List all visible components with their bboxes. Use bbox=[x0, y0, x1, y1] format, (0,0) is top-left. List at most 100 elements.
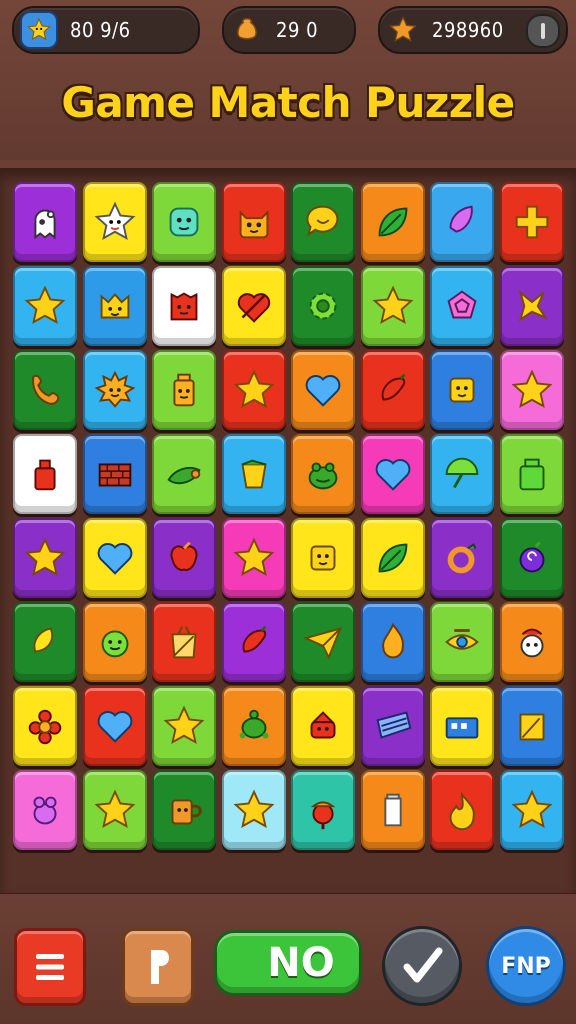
tile-r1-c6[interactable] bbox=[360, 182, 425, 262]
tile-r5-c5[interactable] bbox=[291, 518, 355, 598]
tile-r2-c2[interactable] bbox=[82, 266, 147, 346]
star-icon bbox=[24, 537, 66, 576]
tile-r1-c8[interactable] bbox=[499, 182, 564, 262]
bottle-icon bbox=[34, 459, 56, 491]
tile-r3-c1[interactable] bbox=[13, 350, 77, 430]
tile-r1-c5[interactable] bbox=[291, 182, 355, 262]
tile-r6-c2[interactable] bbox=[82, 602, 147, 682]
slime-icon bbox=[169, 207, 199, 237]
briefcase-icon bbox=[445, 717, 479, 739]
jar-icon bbox=[519, 458, 544, 491]
pentagon-icon bbox=[447, 290, 477, 319]
tile-r5-c3[interactable] bbox=[152, 518, 216, 598]
tile-r2-c5[interactable] bbox=[291, 266, 355, 346]
tile-r2-c6[interactable] bbox=[360, 266, 425, 346]
face-icon bbox=[101, 630, 128, 658]
tile-r7-c2[interactable] bbox=[82, 686, 147, 766]
tile-r3-c7[interactable] bbox=[430, 350, 494, 430]
tile-r1-c7[interactable] bbox=[430, 182, 494, 262]
tile-r8-c7[interactable] bbox=[430, 770, 494, 850]
score-counter[interactable]: 298960 bbox=[378, 6, 568, 54]
tile-r8-c3[interactable] bbox=[152, 770, 216, 850]
stars-counter[interactable]: 80 9/6 bbox=[12, 6, 200, 54]
tile-r1-c4[interactable] bbox=[221, 182, 286, 262]
tile-r5-c8[interactable] bbox=[499, 518, 564, 598]
tile-r2-c3[interactable] bbox=[152, 266, 216, 346]
tile-r5-c1[interactable] bbox=[13, 518, 77, 598]
phone-icon bbox=[32, 374, 60, 405]
tile-r2-c4[interactable] bbox=[221, 266, 286, 346]
heart-icon bbox=[97, 711, 132, 743]
tile-r7-c1[interactable] bbox=[13, 686, 77, 766]
turtle-icon bbox=[239, 709, 268, 739]
tile-r5-c7[interactable] bbox=[430, 518, 494, 598]
tile-r4-c2[interactable] bbox=[82, 434, 147, 514]
star-icon bbox=[94, 789, 135, 828]
tile-r6-c6[interactable] bbox=[360, 602, 425, 682]
tile-r7-c7[interactable] bbox=[430, 686, 494, 766]
tile-r8-c5[interactable] bbox=[291, 770, 355, 850]
brick-icon bbox=[98, 463, 131, 487]
sun-face-icon bbox=[94, 370, 135, 408]
tile-r4-c6[interactable] bbox=[360, 434, 425, 514]
tile-r5-c2[interactable] bbox=[82, 518, 147, 598]
tile-r4-c1[interactable] bbox=[13, 434, 77, 514]
tile-r4-c8[interactable] bbox=[499, 434, 564, 514]
tile-r4-c7[interactable] bbox=[430, 434, 494, 514]
tile-r7-c6[interactable] bbox=[360, 686, 425, 766]
tile-r8-c8[interactable] bbox=[499, 770, 564, 850]
tile-r4-c4[interactable] bbox=[221, 434, 286, 514]
tile-grid bbox=[13, 182, 565, 854]
swirl-icon bbox=[519, 541, 544, 573]
tile-r2-c8[interactable] bbox=[499, 266, 564, 346]
tile-r1-c3[interactable] bbox=[152, 182, 216, 262]
menu-button[interactable] bbox=[14, 928, 86, 1006]
tile-r6-c7[interactable] bbox=[430, 602, 494, 682]
tile-r3-c4[interactable] bbox=[221, 350, 286, 430]
tile-r6-c3[interactable] bbox=[152, 602, 216, 682]
tile-r7-c4[interactable] bbox=[221, 686, 286, 766]
tile-r2-c1[interactable] bbox=[13, 266, 77, 346]
block-face-icon bbox=[310, 545, 336, 571]
star-icon bbox=[163, 705, 205, 744]
red-block-icon bbox=[170, 292, 198, 321]
gear-icon bbox=[309, 292, 337, 320]
tile-r3-c5[interactable] bbox=[291, 350, 355, 430]
tile-r6-c1[interactable] bbox=[13, 602, 77, 682]
star-face-icon bbox=[94, 201, 135, 240]
no-button[interactable]: NO bbox=[214, 930, 362, 996]
tile-r8-c6[interactable] bbox=[360, 770, 425, 850]
tile-r1-c1[interactable] bbox=[13, 182, 77, 262]
coins-counter[interactable]: 29 0 bbox=[222, 6, 356, 54]
tile-r6-c5[interactable] bbox=[291, 602, 355, 682]
tile-r6-c4[interactable] bbox=[221, 602, 286, 682]
tile-r5-c6[interactable] bbox=[360, 518, 425, 598]
star-icon bbox=[233, 369, 274, 408]
tile-r4-c5[interactable] bbox=[291, 434, 355, 514]
tile-r8-c4[interactable] bbox=[221, 770, 286, 850]
tile-r2-c7[interactable] bbox=[430, 266, 494, 346]
gem-icon bbox=[449, 205, 473, 233]
cucumber-icon bbox=[167, 466, 201, 485]
find-button[interactable]: FNP bbox=[486, 926, 566, 1006]
tile-r3-c8[interactable] bbox=[499, 350, 564, 430]
tile-r6-c8[interactable] bbox=[499, 602, 564, 682]
hint-button[interactable] bbox=[122, 928, 194, 1006]
ghost-icon bbox=[34, 209, 56, 240]
tile-r1-c2[interactable] bbox=[82, 182, 147, 262]
umbrella-icon bbox=[445, 457, 479, 489]
tile-r7-c3[interactable] bbox=[152, 686, 216, 766]
check-button[interactable] bbox=[382, 926, 462, 1006]
jar-face-icon bbox=[173, 373, 195, 407]
tile-r5-c4[interactable] bbox=[221, 518, 286, 598]
tile-r3-c2[interactable] bbox=[82, 350, 147, 430]
note-icon bbox=[519, 713, 544, 741]
tile-r3-c3[interactable] bbox=[152, 350, 216, 430]
pause-icon[interactable] bbox=[526, 14, 560, 48]
tile-r8-c1[interactable] bbox=[13, 770, 77, 850]
tile-r7-c8[interactable] bbox=[499, 686, 564, 766]
tile-r3-c6[interactable] bbox=[360, 350, 425, 430]
tile-r8-c2[interactable] bbox=[82, 770, 147, 850]
tile-r7-c5[interactable] bbox=[291, 686, 355, 766]
tile-r4-c3[interactable] bbox=[152, 434, 216, 514]
